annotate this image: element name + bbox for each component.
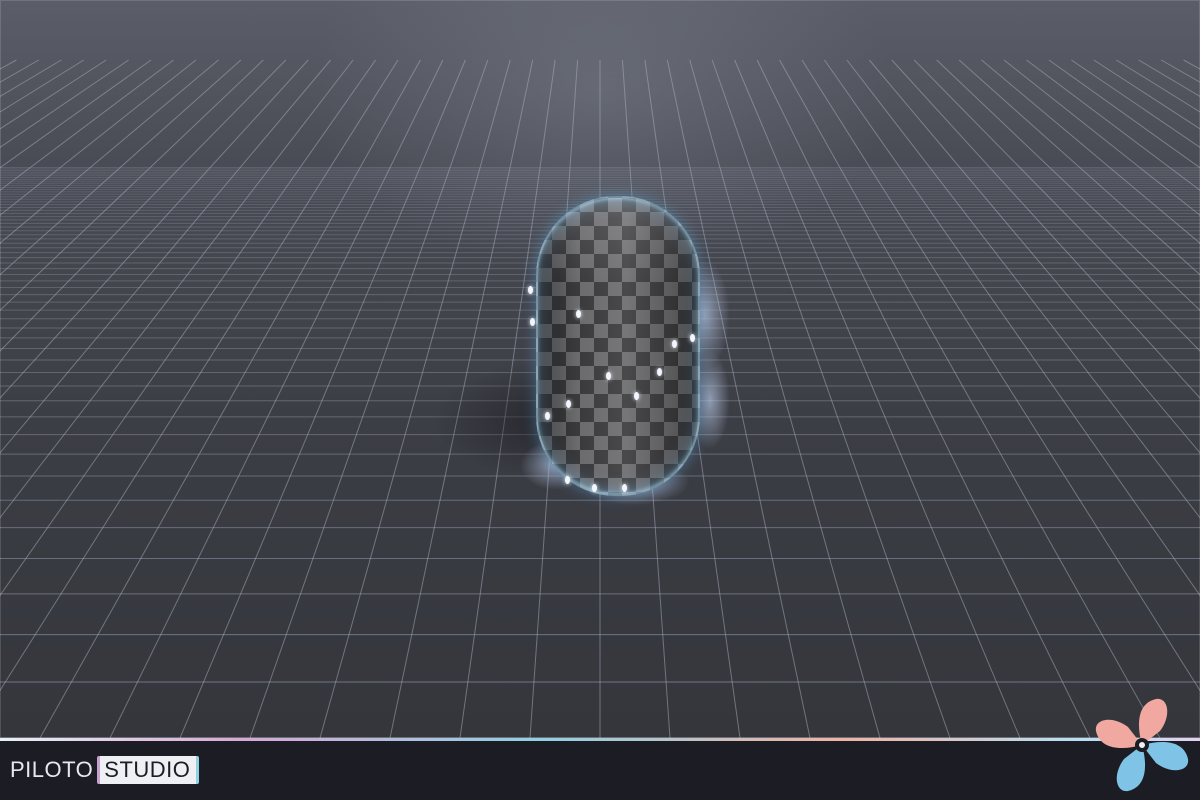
grid-line xyxy=(0,59,152,169)
grid-line xyxy=(891,59,1200,399)
brand-name: PILOTO xyxy=(10,757,94,782)
spark-particle xyxy=(565,476,570,484)
spark-particle xyxy=(566,400,571,408)
grid-line xyxy=(1093,59,1200,130)
grid-line xyxy=(0,59,264,311)
grid-line xyxy=(936,59,1200,311)
grid-line xyxy=(868,59,1200,454)
spark-particle xyxy=(622,484,627,492)
grid-line xyxy=(711,59,951,738)
grid-line xyxy=(0,59,287,352)
accent-line xyxy=(0,738,1200,741)
grid-line xyxy=(846,59,1200,519)
scene-viewport[interactable] xyxy=(0,0,1200,738)
spark-particle xyxy=(690,334,695,342)
spark-particle xyxy=(530,318,535,326)
logo-blade xyxy=(1142,741,1189,771)
grid-line xyxy=(0,59,129,148)
grid-line xyxy=(1071,59,1200,148)
grid-line xyxy=(0,59,85,113)
grid-line xyxy=(0,59,174,191)
grid-line xyxy=(179,59,466,738)
grid-line xyxy=(0,59,40,83)
spark-particle xyxy=(672,340,677,348)
spark-particle xyxy=(657,368,662,376)
propeller-fan-icon xyxy=(1095,698,1189,792)
grid-line xyxy=(1003,59,1200,216)
grid-line xyxy=(1026,59,1200,191)
spark-particle xyxy=(592,484,597,492)
bottom-bar: PILOTO STUDIO xyxy=(0,738,1200,800)
logo-blade xyxy=(1138,698,1168,745)
spark-particle xyxy=(576,310,581,318)
grid-line xyxy=(1160,59,1200,83)
grid-line xyxy=(1048,59,1200,169)
grid-line xyxy=(109,59,444,738)
grid-line xyxy=(958,59,1200,276)
spark-particle xyxy=(528,286,533,294)
grid-line xyxy=(0,59,197,216)
grid-line xyxy=(756,59,1091,738)
grid-line xyxy=(0,59,309,399)
spark-particle xyxy=(634,392,639,400)
grid-line xyxy=(824,59,1200,597)
spark-particle xyxy=(545,412,550,420)
logo-blade xyxy=(1095,719,1142,749)
grid-line xyxy=(0,59,107,130)
grid-line xyxy=(1115,59,1200,113)
grid-line xyxy=(0,59,242,276)
logo-hub-dot xyxy=(1139,742,1145,748)
logo-blade xyxy=(1116,745,1146,792)
brand-wordmark: PILOTO STUDIO xyxy=(10,755,200,785)
grid-line xyxy=(0,59,354,519)
brand-tag: STUDIO xyxy=(97,756,200,784)
grid-line xyxy=(0,59,376,597)
spark-particle xyxy=(606,372,611,380)
grid-line xyxy=(0,59,332,454)
grid-line xyxy=(801,59,1200,692)
grid-line xyxy=(913,59,1200,352)
grid-line xyxy=(0,59,399,692)
grid-line xyxy=(734,59,1021,738)
